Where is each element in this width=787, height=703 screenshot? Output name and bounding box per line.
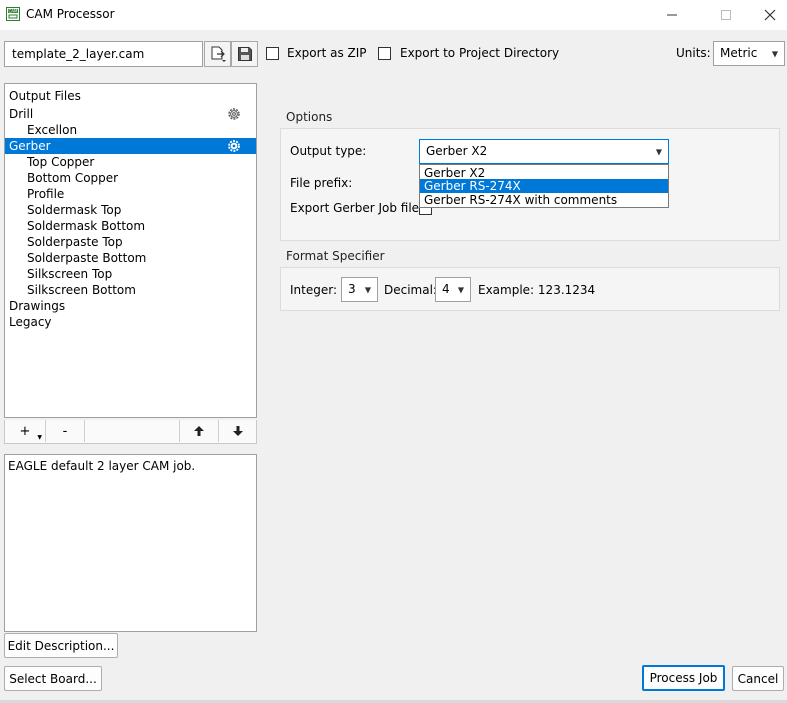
chevron-down-icon: ▼ (37, 434, 42, 441)
save-icon (237, 47, 252, 61)
divider (84, 420, 85, 442)
edit-description-button[interactable]: Edit Description... (4, 633, 118, 658)
window-title: CAM Processor (26, 7, 115, 21)
tree-item-solderpaste-top[interactable]: Solderpaste Top (5, 234, 256, 250)
tree-item-gerber[interactable]: Gerber (5, 138, 256, 154)
minimize-button[interactable] (649, 0, 695, 30)
close-button[interactable] (747, 0, 787, 30)
output-files-tree[interactable]: Output Files Drill Excellon Gerber Top C… (4, 83, 257, 418)
output-type-dropdown-list[interactable]: Gerber X2 Gerber RS-274X Gerber RS-274X … (419, 164, 669, 208)
gear-icon[interactable] (226, 138, 242, 154)
tree-item-label: Solderpaste Top (27, 235, 123, 249)
svg-text:CAM: CAM (9, 9, 19, 14)
output-type-select[interactable]: Gerber X2 ▼ (419, 139, 669, 164)
tree-item-label: Excellon (27, 123, 78, 137)
tree-item-label: Top Copper (27, 155, 95, 169)
tree-item-label: Soldermask Top (27, 203, 122, 217)
tree-item-profile[interactable]: Profile (5, 186, 256, 202)
tree-item-soldermask-bottom[interactable]: Soldermask Bottom (5, 218, 256, 234)
save-button[interactable] (231, 41, 258, 67)
arrow-up-icon (194, 426, 204, 436)
output-type-value: Gerber X2 (426, 144, 488, 158)
maximize-icon (721, 10, 731, 20)
tree-item-label: Soldermask Bottom (27, 219, 146, 233)
open-file-icon (211, 46, 226, 62)
decimal-label: Decimal: (384, 283, 437, 297)
maximize-button[interactable] (703, 0, 749, 30)
tree-item-silkscreen-bottom[interactable]: Silkscreen Bottom (5, 282, 256, 298)
tree-item-excellon[interactable]: Excellon (5, 122, 256, 138)
chevron-down-icon: ▼ (655, 147, 662, 156)
units-value: Metric (720, 46, 758, 60)
units-label: Units: (676, 46, 711, 60)
chevron-down-icon: ▼ (771, 49, 778, 58)
file-prefix-label: File prefix: (290, 176, 353, 190)
tree-item-label: Solderpaste Bottom (27, 251, 147, 265)
open-file-button[interactable] (204, 41, 231, 67)
minimize-icon (667, 14, 677, 16)
chevron-down-icon: ▼ (457, 285, 464, 294)
arrow-down-icon (233, 426, 243, 436)
tree-item-label: Bottom Copper (27, 171, 119, 185)
export-zip-checkbox[interactable] (266, 47, 279, 60)
minus-icon: - (62, 423, 68, 439)
tree-toolbar: + ▼ - (4, 420, 257, 444)
tree-item-solderpaste-bottom[interactable]: Solderpaste Bottom (5, 250, 256, 266)
tree-item-bottom-copper[interactable]: Bottom Copper (5, 170, 256, 186)
options-title: Options (286, 110, 333, 124)
tree-item-silkscreen-top[interactable]: Silkscreen Top (5, 266, 256, 282)
process-job-button[interactable]: Process Job (642, 665, 725, 691)
tree-item-label: Drawings (9, 299, 66, 313)
tree-item-drill[interactable]: Drill (5, 106, 256, 122)
format-example: Example: 123.1234 (478, 283, 596, 297)
tree-item-soldermask-top[interactable]: Soldermask Top (5, 202, 256, 218)
tree-item-label: Legacy (9, 315, 52, 329)
tree-item-top-copper[interactable]: Top Copper (5, 154, 256, 170)
format-specifier-title: Format Specifier (286, 249, 385, 263)
title-bar: CAM CAM Processor (0, 0, 787, 30)
gear-icon[interactable] (226, 106, 242, 122)
tree-item-legacy[interactable]: Legacy (5, 314, 256, 330)
tree-item-label: Profile (27, 187, 65, 201)
tree-item-label: Gerber (9, 139, 51, 153)
chevron-down-icon: ▼ (364, 285, 371, 294)
export-project-dir-label: Export to Project Directory (400, 46, 560, 60)
units-select[interactable]: Metric ▼ (713, 41, 785, 66)
plus-icon: + (19, 423, 31, 439)
integer-label: Integer: (290, 283, 337, 297)
export-zip-label: Export as ZIP (287, 46, 367, 60)
decimal-select[interactable]: 4 ▼ (435, 277, 471, 302)
tree-item-label: Drill (9, 107, 34, 121)
tree-item-output-files[interactable]: Output Files (5, 88, 256, 104)
integer-select[interactable]: 3 ▼ (341, 277, 378, 302)
dropdown-option-gerber-x2[interactable]: Gerber X2 (420, 166, 668, 180)
tree-item-label: Silkscreen Top (27, 267, 113, 281)
job-file-field[interactable]: template_2_layer.cam (4, 41, 203, 67)
export-project-dir-checkbox[interactable] (378, 47, 391, 60)
tree-item-label: Output Files (9, 89, 81, 103)
remove-output-button[interactable]: - (46, 420, 84, 442)
close-icon (764, 9, 776, 21)
description-box[interactable]: EAGLE default 2 layer CAM job. (4, 454, 257, 632)
select-board-button[interactable]: Select Board... (4, 666, 102, 691)
tree-item-drawings[interactable]: Drawings (5, 298, 256, 314)
add-output-button[interactable]: + ▼ (5, 420, 45, 442)
cancel-button[interactable]: Cancel (732, 666, 784, 691)
dropdown-option-gerber-rs274x[interactable]: Gerber RS-274X (420, 179, 668, 193)
decimal-value: 4 (442, 282, 450, 296)
dropdown-option-gerber-rs274x-comments[interactable]: Gerber RS-274X with comments (420, 193, 668, 207)
integer-value: 3 (348, 282, 356, 296)
output-type-label: Output type: (290, 144, 367, 158)
move-down-button[interactable] (219, 420, 257, 442)
cam-app-icon: CAM (6, 7, 20, 21)
tree-item-label: Silkscreen Bottom (27, 283, 136, 297)
move-up-button[interactable] (180, 420, 218, 442)
export-gerber-job-label: Export Gerber Job file: (290, 201, 424, 215)
